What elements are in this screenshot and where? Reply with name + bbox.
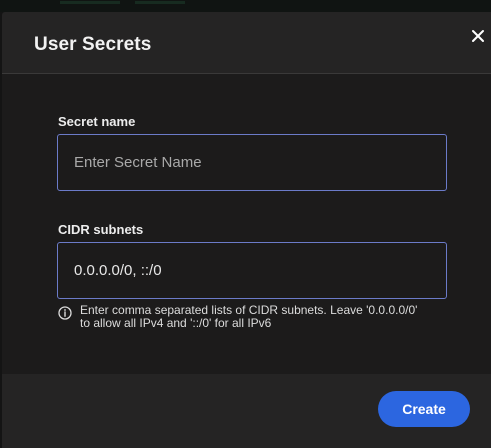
dialog-title: User Secrets <box>34 34 152 55</box>
cidr-subnets-input[interactable] <box>57 242 447 299</box>
secret-name-input[interactable] <box>57 134 447 191</box>
close-button[interactable] <box>468 26 488 46</box>
background-strip <box>0 0 491 12</box>
info-icon <box>58 306 72 320</box>
close-icon <box>472 30 484 42</box>
user-secrets-dialog: User Secrets Secret name CIDR subnets En… <box>2 12 491 448</box>
dialog-footer: Create <box>2 374 491 448</box>
secret-name-label: Secret name <box>58 114 136 129</box>
cidr-hint-text: Enter comma separated lists of CIDR subn… <box>80 303 418 330</box>
create-button[interactable]: Create <box>378 391 470 427</box>
cidr-hint: Enter comma separated lists of CIDR subn… <box>58 304 418 330</box>
cidr-subnets-label: CIDR subnets <box>58 222 144 237</box>
